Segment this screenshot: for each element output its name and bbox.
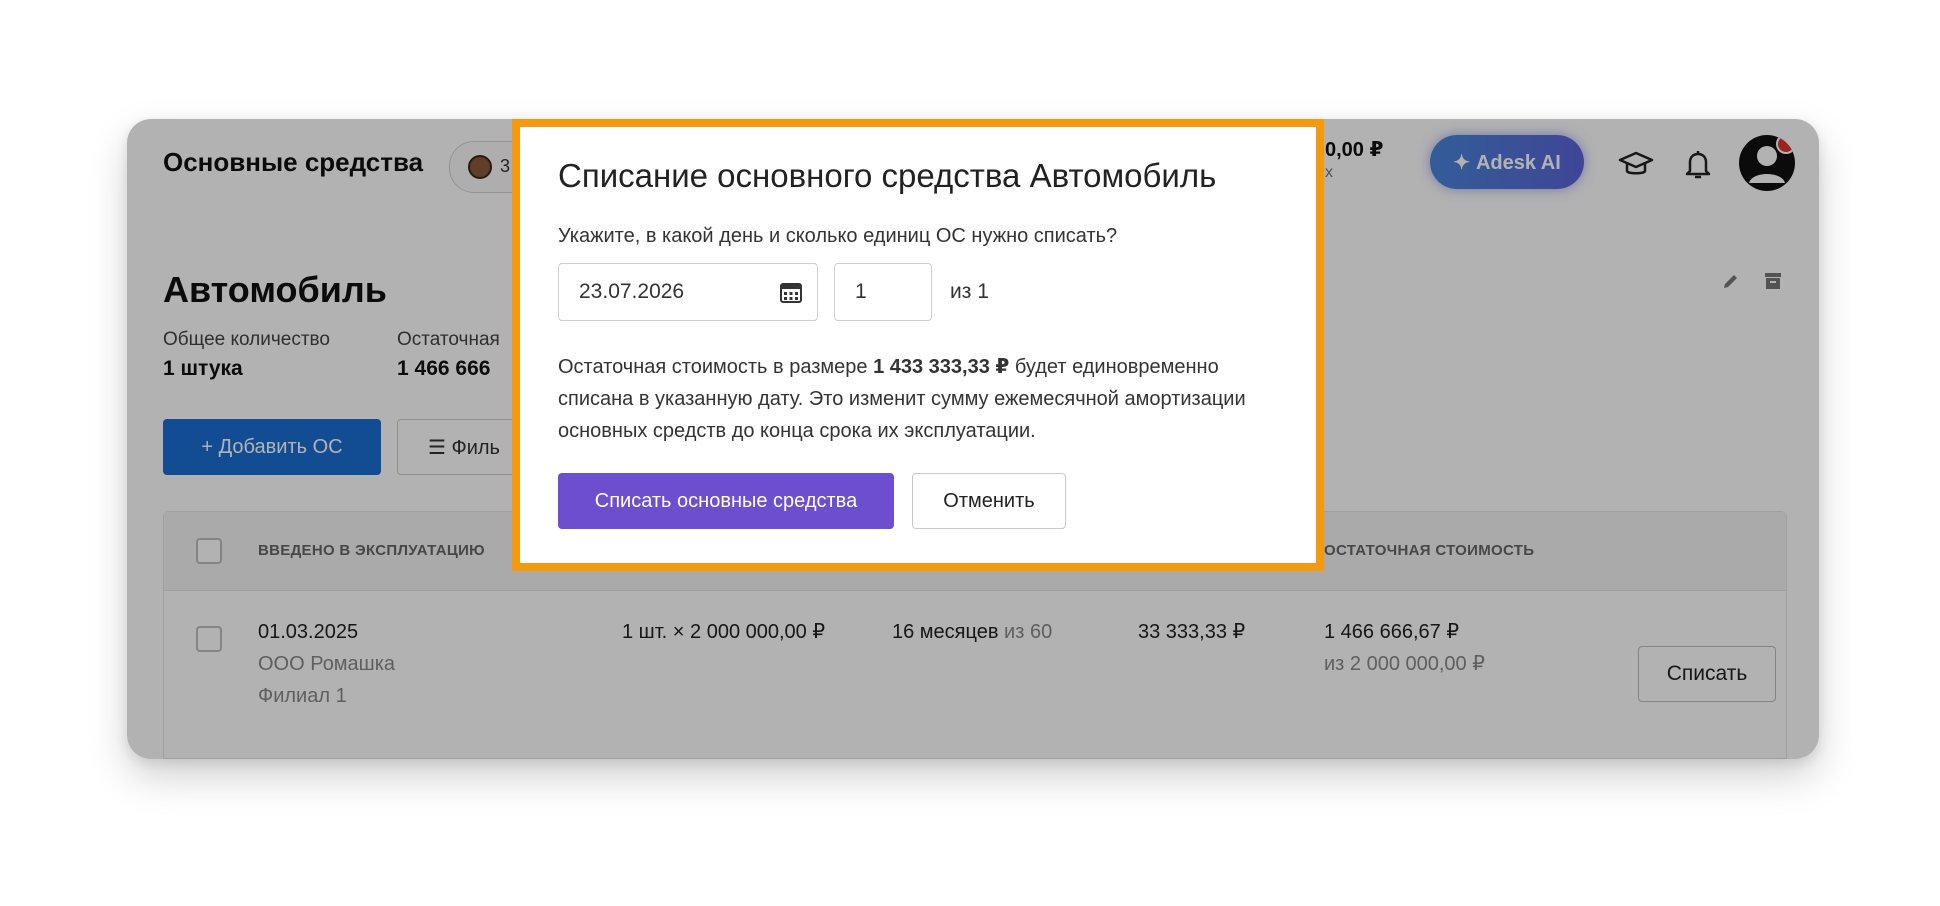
writeoff-dialog: Списание основного средства Автомобиль У… bbox=[512, 119, 1324, 571]
writeoff-date-input[interactable]: 23.07.2026 bbox=[558, 263, 818, 321]
calendar-icon[interactable] bbox=[779, 280, 803, 304]
writeoff-date-value: 23.07.2026 bbox=[579, 280, 685, 303]
cancel-button[interactable]: Отменить bbox=[912, 473, 1066, 529]
dialog-title: Списание основного средства Автомобиль bbox=[558, 157, 1217, 194]
dialog-question: Укажите, в какой день и сколько единиц О… bbox=[558, 225, 1118, 247]
dialog-description: Остаточная стоимость в размере 1 433 333… bbox=[558, 351, 1298, 447]
description-amount: 1 433 333,33 ₽ bbox=[873, 356, 1010, 378]
description-before: Остаточная стоимость в размере bbox=[558, 356, 874, 378]
confirm-writeoff-button[interactable]: Списать основные средства bbox=[558, 473, 894, 529]
quantity-of-total: из 1 bbox=[950, 280, 989, 303]
writeoff-quantity-input[interactable] bbox=[834, 263, 932, 321]
